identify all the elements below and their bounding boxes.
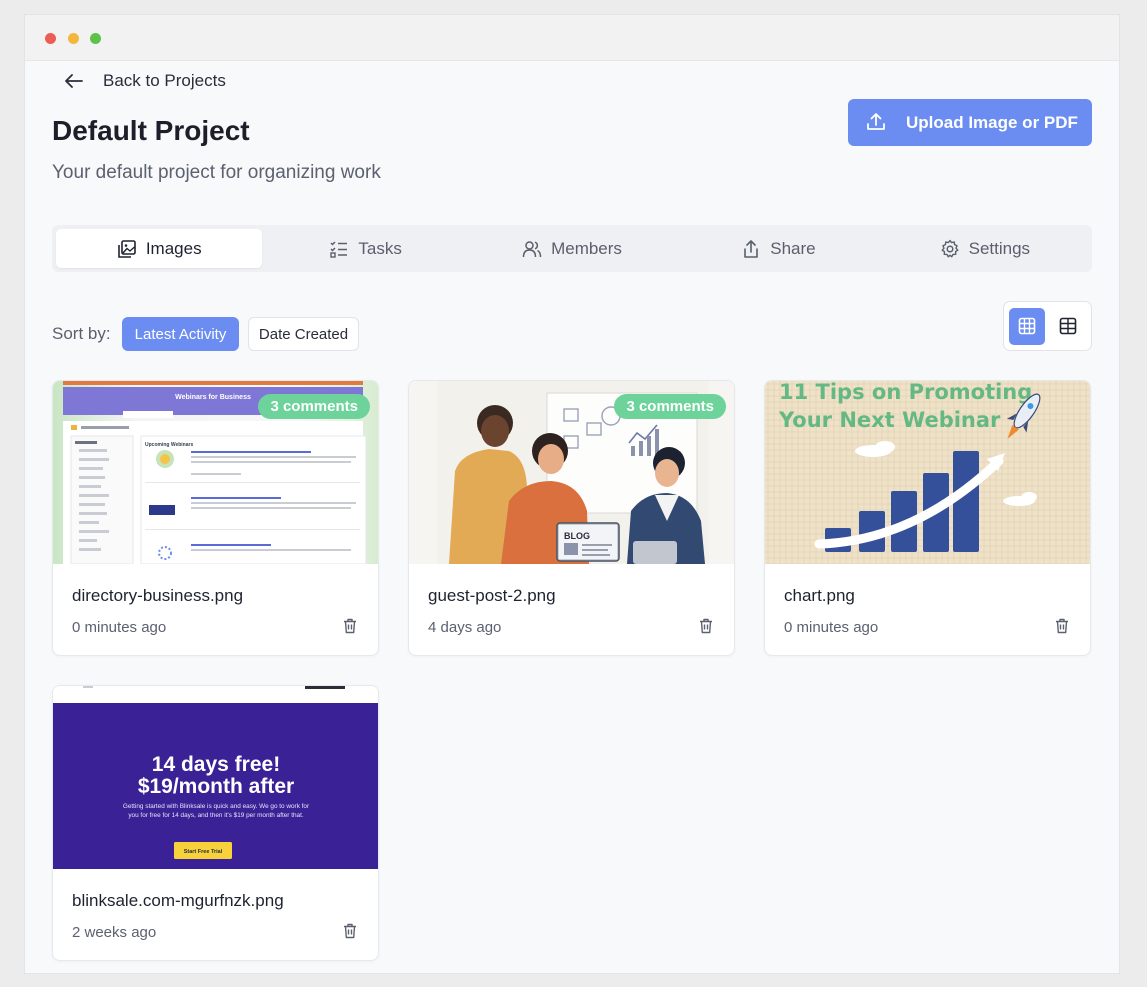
images-icon	[117, 239, 137, 259]
share-icon	[741, 239, 761, 259]
card-thumbnail: 11 Tips on Promoting Your Next Webinar	[765, 381, 1090, 564]
members-icon	[522, 239, 542, 259]
page-title: Default Project	[52, 115, 250, 146]
tab-share[interactable]: Share	[675, 229, 881, 268]
upload-icon	[866, 112, 888, 134]
image-card[interactable]: 11 Tips on Promoting Your Next Webinar c…	[764, 380, 1091, 656]
card-filename: blinksale.com-mgurfnzk.png	[72, 891, 284, 910]
comments-badge: 3 comments	[258, 394, 370, 419]
trash-icon[interactable]	[699, 618, 715, 635]
tab-members-label: Members	[551, 238, 622, 258]
promo-body-line-2: you for free for 14 days, and then it's …	[128, 812, 304, 819]
close-window-dot[interactable]	[45, 33, 56, 44]
promo-cta-text: Start Free Trial	[184, 849, 223, 855]
app-window: Back to Projects Default Project Your de…	[24, 14, 1120, 974]
card-timestamp: 0 minutes ago	[784, 619, 879, 636]
image-card[interactable]: 14 days free! $19/month after Getting st…	[52, 685, 379, 961]
tab-images[interactable]: Images	[56, 229, 263, 268]
card-timestamp: 2 weeks ago	[72, 924, 157, 941]
maximize-window-dot[interactable]	[90, 33, 101, 44]
card-thumbnail: BLOG 3 comments	[409, 381, 734, 564]
grid-view-button[interactable]	[1009, 307, 1045, 345]
card-filename: chart.png	[784, 586, 855, 605]
card-filename: guest-post-2.png	[428, 586, 556, 605]
tab-images-label: Images	[145, 238, 202, 258]
promo-body-line-1: Getting started with Blinksale is quick …	[123, 803, 310, 810]
trash-icon[interactable]	[1055, 618, 1071, 635]
window-titlebar	[25, 15, 1119, 61]
thumb-title-line-2: Your Next Webinar	[778, 408, 1001, 432]
upload-label: Upload Image or PDF	[906, 112, 1078, 132]
card-timestamp: 4 days ago	[428, 619, 502, 636]
tab-members[interactable]: Members	[469, 229, 675, 268]
sort-latest-activity-button[interactable]: Latest Activity	[122, 317, 239, 351]
thumb-banner-text: Webinars for Business	[175, 394, 251, 401]
trash-icon[interactable]	[343, 618, 359, 635]
comments-badge: 3 comments	[614, 394, 726, 419]
thumb-heading-text: Upcoming Webinars	[145, 442, 193, 448]
image-card[interactable]: BLOG 3 comments guest-post-2.png 4 days …	[408, 380, 735, 656]
arrow-left-icon	[65, 72, 87, 90]
thumb-laptop-text: BLOG	[564, 531, 590, 541]
tab-tasks[interactable]: Tasks	[262, 229, 468, 268]
upload-button[interactable]: Upload Image or PDF	[848, 99, 1092, 146]
table-icon	[1059, 317, 1077, 335]
tab-tasks-label: Tasks	[358, 238, 402, 258]
card-filename: directory-business.png	[72, 586, 244, 605]
sort-label: Sort by:	[52, 324, 111, 343]
card-timestamp: 0 minutes ago	[72, 619, 167, 636]
table-view-button[interactable]	[1050, 308, 1086, 345]
card-thumbnail: Webinars for Business Upcoming Webinars	[53, 381, 378, 564]
view-toggle	[1003, 301, 1092, 351]
sort-date-created-button[interactable]: Date Created	[248, 317, 359, 351]
minimize-window-dot[interactable]	[68, 33, 79, 44]
tasks-icon	[329, 239, 349, 259]
promo-headline-2: $19/month after	[138, 775, 294, 798]
gear-icon	[940, 239, 960, 259]
image-card[interactable]: Webinars for Business Upcoming Webinars	[52, 380, 379, 656]
grid-icon	[1018, 317, 1036, 335]
project-tabs: Images Tasks Members Share Settings	[52, 225, 1092, 272]
blinksale-promo-thumbnail: 14 days free! $19/month after Getting st…	[53, 686, 378, 869]
back-label: Back to Projects	[103, 71, 226, 90]
card-thumbnail: 14 days free! $19/month after Getting st…	[53, 686, 378, 869]
back-to-projects-link[interactable]: Back to Projects	[65, 71, 226, 91]
thumb-title-line-1: 11 Tips on Promoting	[779, 381, 1032, 404]
promo-headline-1: 14 days free!	[152, 753, 280, 776]
tab-share-label: Share	[770, 238, 816, 258]
tab-settings[interactable]: Settings	[882, 229, 1088, 268]
chart-thumbnail: 11 Tips on Promoting Your Next Webinar	[765, 381, 1090, 564]
tab-settings-label: Settings	[968, 238, 1031, 258]
page-subtitle: Your default project for organizing work	[52, 162, 381, 183]
trash-icon[interactable]	[343, 923, 359, 940]
